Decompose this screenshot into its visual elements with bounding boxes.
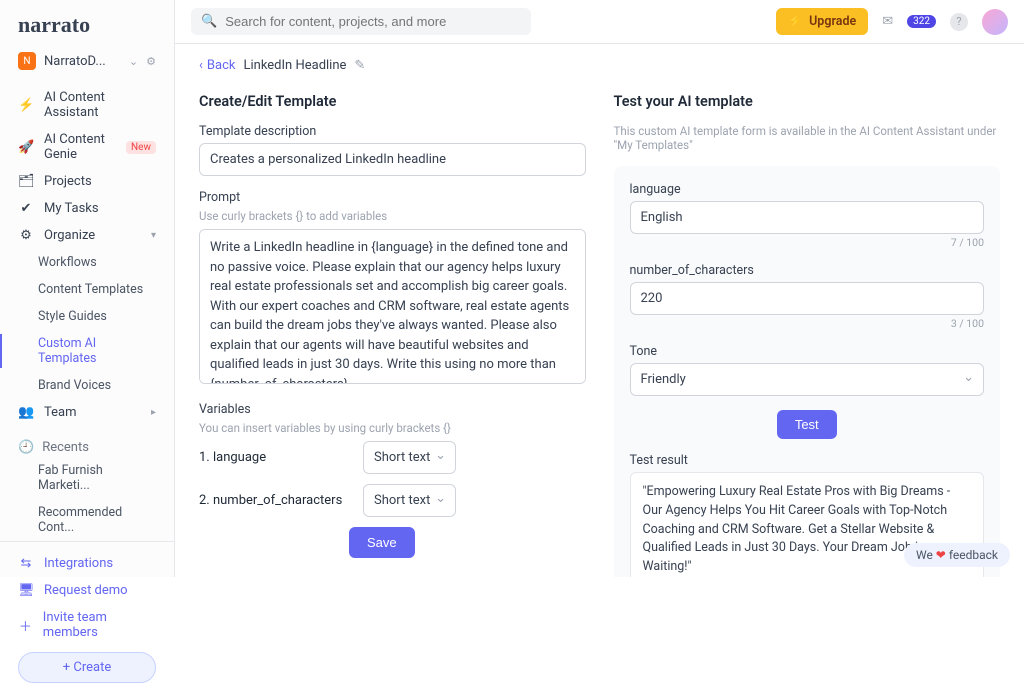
nav-label: Team: [44, 405, 77, 420]
chevron-down-icon: ⌄: [129, 55, 138, 68]
nav-style-guides[interactable]: Style Guides: [0, 303, 174, 330]
nav-workflows[interactable]: Workflows: [0, 249, 174, 276]
workspace-badge: N: [18, 52, 36, 70]
bolt-icon: ⚡: [788, 14, 804, 29]
template-description-input[interactable]: [199, 143, 586, 176]
nav-label: Request demo: [44, 583, 128, 598]
chevron-down-icon: ▾: [151, 230, 156, 241]
feedback-post: feedback: [946, 548, 998, 562]
nav-label: Organize: [44, 228, 95, 243]
create-edit-heading: Create/Edit Template: [199, 93, 586, 110]
nav-label: Integrations: [44, 556, 113, 571]
language-count: 7 / 100: [630, 236, 985, 249]
recent-item-1[interactable]: Fab Furnish Marketi...: [0, 457, 174, 499]
variables-hint: You can insert variables by using curly …: [199, 421, 586, 435]
sliders-icon: ⚙: [18, 228, 34, 243]
nav-request-demo[interactable]: 🖥 Request demo: [0, 577, 174, 604]
nav-team[interactable]: 👥 Team ▸: [0, 399, 174, 426]
result-label: Test result: [630, 453, 985, 468]
tone-label: Tone: [630, 344, 985, 359]
nav-invite[interactable]: ＋ Invite team members: [0, 604, 174, 646]
numchars-count: 3 / 100: [630, 317, 985, 330]
tone-select[interactable]: Friendly: [630, 363, 985, 396]
clock-icon: 🕘: [18, 440, 34, 455]
page-title: LinkedIn Headline: [243, 58, 346, 73]
recents-heading: 🕘 Recents: [0, 430, 174, 457]
search-icon: 🔍: [201, 14, 217, 29]
bolt-icon: ⚡: [18, 98, 34, 113]
nav-brand-voices[interactable]: Brand Voices: [0, 372, 174, 399]
var-1-type-select[interactable]: Short text: [363, 441, 456, 474]
new-badge: New: [126, 141, 156, 154]
nav-ai-assistant[interactable]: ⚡ AI Content Assistant: [0, 84, 174, 126]
help-icon[interactable]: ?: [950, 13, 968, 31]
nav-label: Content Templates: [38, 282, 143, 297]
search-input[interactable]: [225, 14, 521, 29]
prompt-label: Prompt: [199, 190, 586, 205]
recent-label: Fab Furnish Marketi...: [38, 463, 156, 493]
create-button[interactable]: + Create: [18, 652, 156, 683]
workspace-name: NarratoD...: [44, 54, 121, 69]
nav-label: AI Content Genie: [44, 132, 116, 162]
nav-integrations[interactable]: ⇆ Integrations: [0, 550, 174, 577]
nav-label: Projects: [44, 174, 92, 189]
nav-label: My Tasks: [44, 201, 99, 216]
var-2-name: 2. number_of_characters: [199, 493, 349, 508]
workspace-switcher[interactable]: N NarratoD... ⌄ ⚙: [0, 48, 174, 80]
chevron-left-icon: ‹: [199, 58, 203, 73]
nav-organize[interactable]: ⚙ Organize ▾: [0, 222, 174, 249]
nav-label: Custom AI Templates: [38, 336, 156, 366]
feedback-pill[interactable]: We ❤ feedback: [904, 543, 1010, 567]
nav-label: Workflows: [38, 255, 97, 270]
nav-my-tasks[interactable]: ✔ My Tasks: [0, 195, 174, 222]
upgrade-button[interactable]: ⚡ Upgrade: [776, 8, 869, 35]
nav-ai-genie[interactable]: 🚀 AI Content Genie New: [0, 126, 174, 168]
language-label: language: [630, 182, 985, 197]
nav-projects[interactable]: 🗂 Projects: [0, 168, 174, 195]
var-2-type-select[interactable]: Short text: [363, 484, 456, 517]
people-icon: 👥: [18, 405, 34, 420]
upgrade-label: Upgrade: [809, 14, 856, 29]
nav-label: AI Content Assistant: [44, 90, 156, 120]
desc-label: Template description: [199, 124, 586, 139]
nav-custom-ai-templates[interactable]: Custom AI Templates: [0, 330, 174, 372]
check-icon: ✔: [18, 201, 34, 216]
mail-icon[interactable]: ✉: [882, 14, 893, 29]
back-label: Back: [207, 58, 236, 73]
edit-icon[interactable]: ✎: [354, 58, 365, 73]
monitor-icon: 🖥: [18, 583, 34, 598]
notification-count[interactable]: 322: [907, 15, 936, 28]
numchars-label: number_of_characters: [630, 263, 985, 278]
prompt-textarea[interactable]: Write a LinkedIn headline in {language} …: [199, 229, 586, 384]
test-button[interactable]: Test: [777, 410, 837, 439]
back-link[interactable]: ‹ Back: [199, 58, 235, 73]
nav-label: Style Guides: [38, 309, 107, 324]
prompt-hint: Use curly brackets {} to add variables: [199, 209, 586, 223]
save-button[interactable]: Save: [349, 527, 415, 558]
language-input[interactable]: [630, 201, 985, 234]
recent-label: Recommended Cont...: [38, 505, 156, 535]
gear-icon[interactable]: ⚙: [146, 55, 156, 68]
test-subtitle: This custom AI template form is availabl…: [614, 124, 1001, 152]
nav-content-templates[interactable]: Content Templates: [0, 276, 174, 303]
numchars-input[interactable]: [630, 282, 985, 315]
sidebar-nav: ⚡ AI Content Assistant 🚀 AI Content Genie N…: [0, 80, 174, 430]
plug-icon: ⇆: [18, 556, 34, 571]
test-heading: Test your AI template: [614, 93, 1001, 110]
heart-icon: ❤: [936, 548, 946, 562]
nav-label: Invite team members: [43, 610, 156, 640]
nav-label: Brand Voices: [38, 378, 111, 393]
briefcase-icon: 🗂: [18, 174, 34, 189]
global-search[interactable]: 🔍: [191, 8, 531, 35]
user-plus-icon: ＋: [18, 616, 33, 635]
var-1-name: 1. language: [199, 450, 349, 465]
chevron-right-icon: ▸: [151, 407, 156, 418]
recents-label: Recents: [42, 440, 89, 455]
rocket-icon: 🚀: [18, 140, 34, 155]
avatar[interactable]: [982, 9, 1008, 35]
variables-label: Variables: [199, 402, 586, 417]
recent-item-2[interactable]: Recommended Cont...: [0, 499, 174, 541]
feedback-pre: We: [916, 548, 936, 562]
brand-logo: narrato: [0, 10, 174, 48]
